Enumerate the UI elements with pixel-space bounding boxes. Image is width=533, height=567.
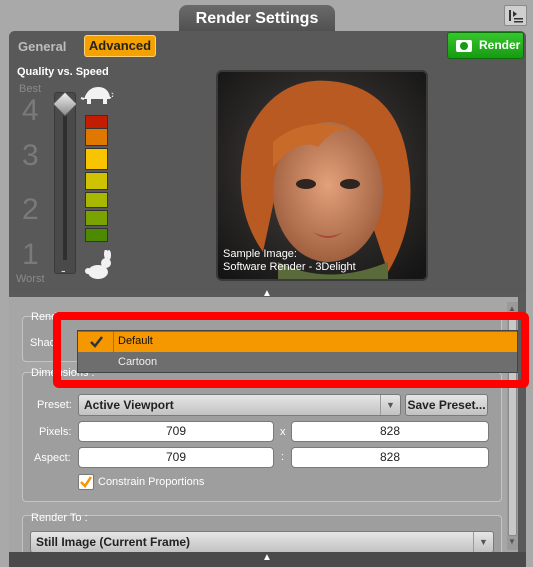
panel-menu-button[interactable]: [504, 5, 527, 26]
worst-label: Worst: [16, 273, 45, 285]
expand-arrow-icon[interactable]: ▲: [262, 552, 272, 563]
menu-list-icon: [509, 10, 523, 23]
rabbit-icon: [85, 250, 111, 279]
preview-caption-line2: Software Render - 3Delight: [223, 261, 356, 273]
aspect-width-field[interactable]: 709: [78, 447, 274, 468]
aspect-height-field[interactable]: 828: [291, 447, 489, 468]
camera-icon: [456, 40, 472, 52]
save-preset-button[interactable]: Save Preset...: [405, 394, 488, 416]
constrain-proportions-label: Constrain Proportions: [98, 476, 205, 488]
render-button-label: Render: [479, 38, 521, 52]
quality-meter-bar: [85, 128, 108, 146]
render-to-select[interactable]: Still Image (Current Frame) ▼: [30, 531, 494, 553]
preset-value: Active Viewport: [84, 398, 174, 412]
tab-general[interactable]: General: [18, 38, 78, 56]
aspect-separator: :: [281, 451, 285, 463]
quality-slider-thumb[interactable]: [52, 91, 78, 117]
preset-select[interactable]: Active Viewport ▼: [78, 394, 401, 416]
quality-meter-bar: [85, 148, 108, 170]
pixels-height-field[interactable]: 828: [291, 421, 489, 442]
render-button[interactable]: Render: [447, 32, 524, 59]
pixels-width-field[interactable]: 709: [78, 421, 274, 442]
quality-meter-bar: [85, 228, 108, 242]
preview-caption: Sample Image: Software Render - 3Delight: [223, 248, 356, 274]
pixels-label: Pixels:: [39, 426, 72, 438]
render-to-group-title: Render To :: [31, 512, 88, 524]
render-to-value: Still Image (Current Frame): [36, 535, 191, 549]
constrain-proportions-checkbox[interactable]: [78, 474, 94, 490]
pixels-separator: x: [280, 426, 286, 438]
shader-label: Shad: [30, 337, 56, 349]
quality-level-3: 3: [22, 139, 39, 172]
chevron-down-icon: ▼: [473, 532, 493, 552]
quality-level-4: 4: [22, 94, 39, 127]
scroll-down-icon[interactable]: ▼: [508, 537, 516, 546]
tab-advanced[interactable]: Advanced: [84, 35, 156, 57]
chevron-down-icon: ▼: [380, 395, 400, 415]
quality-level-2: 2: [22, 193, 39, 226]
turtle-icon: [80, 87, 114, 104]
quality-slider-groove: [63, 114, 67, 260]
aspect-label: Aspect:: [34, 452, 71, 464]
window-title-tab: Render Settings: [179, 5, 335, 32]
preset-label: Preset:: [37, 399, 72, 411]
quality-speed-label: Quality vs. Speed: [17, 66, 109, 78]
quality-meter-bar: [85, 172, 108, 190]
quality-meter-bar: [85, 192, 108, 208]
window-title: Render Settings: [195, 10, 319, 27]
preview-caption-line1: Sample Image:: [223, 248, 297, 260]
quality-level-1: 1: [22, 238, 39, 271]
minus-icon: -: [61, 262, 66, 278]
highlight-annotation: [53, 312, 529, 388]
quality-meter-bar: [85, 210, 108, 226]
sample-preview-image: Sample Image: Software Render - 3Delight: [216, 70, 428, 281]
checkmark-icon: [80, 476, 93, 488]
